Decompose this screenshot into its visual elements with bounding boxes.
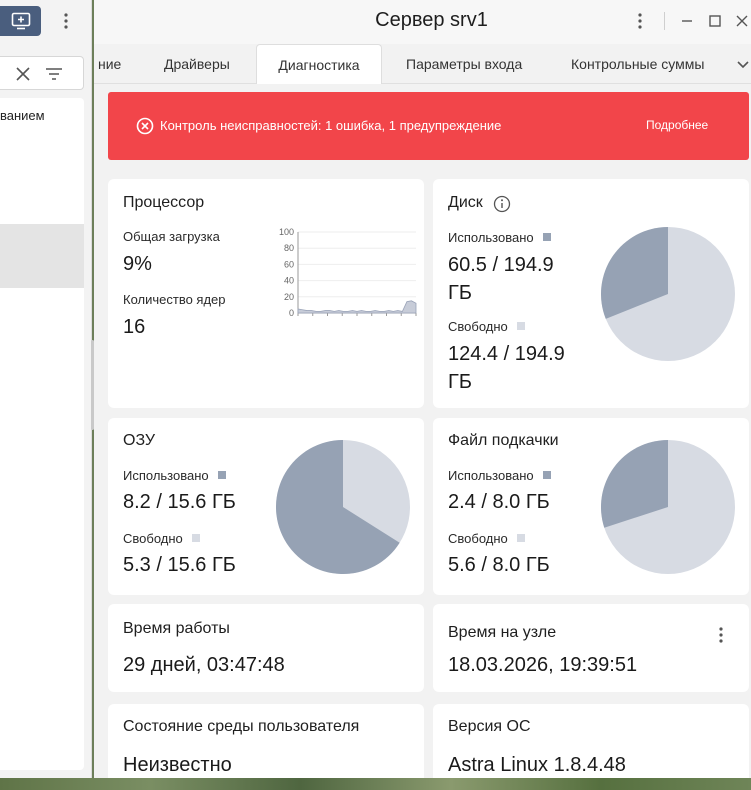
disk-used-value: 60.5 / 194.9 ГБ	[448, 254, 554, 304]
os-version-card: Версия ОС Astra Linux 1.8.4.48	[433, 704, 749, 778]
disk-free-label: Свободно	[448, 319, 525, 334]
free-legend-swatch	[516, 534, 525, 542]
cpu-tick-label: 40	[284, 276, 294, 286]
free-legend-swatch	[516, 322, 525, 330]
filter-icon[interactable]	[44, 65, 64, 83]
chevron-down-icon[interactable]	[734, 55, 751, 73]
maximize-icon[interactable]	[705, 11, 725, 31]
close-icon[interactable]	[732, 11, 751, 31]
user-env-value: Неизвестно	[123, 754, 232, 776]
disk-free-label-text: Свободно	[448, 319, 508, 334]
clear-icon[interactable]	[14, 65, 32, 83]
ram-used-value: 8.2 / 15.6 ГБ	[123, 491, 236, 513]
tree-item[interactable]: ванием	[0, 108, 45, 123]
left-toolbar	[0, 0, 92, 46]
search-field[interactable]	[0, 56, 84, 90]
tab-checksums[interactable]: Контрольные суммы	[571, 44, 704, 84]
os-version-title: Версия ОС	[448, 718, 531, 735]
uptime-value: 29 дней, 03:47:48	[123, 654, 285, 676]
server-tree: ванием	[0, 98, 84, 770]
swap-free-label: Свободно	[448, 531, 525, 546]
node-time-title: Время на узле	[448, 624, 557, 641]
ram-usage-pie	[276, 440, 410, 574]
swap-used-value: 2.4 / 8.0 ГБ	[448, 491, 550, 513]
disk-title: Диск	[448, 194, 483, 211]
cpu-card: Процессор Общая загрузка 9% Количество я…	[108, 179, 424, 408]
ram-free-label-text: Свободно	[123, 531, 183, 546]
ram-used-label: Использовано	[123, 468, 226, 483]
node-time-card: Время на узле 18.03.2026, 19:39:51	[433, 604, 749, 692]
fault-alert: Контроль неисправностей: 1 ошибка, 1 пре…	[108, 92, 749, 160]
node-time-value: 18.03.2026, 19:39:51	[448, 654, 638, 676]
user-env-card: Состояние среды пользователя Неизвестно	[108, 704, 424, 778]
title-divider	[664, 12, 665, 30]
alert-details-link[interactable]: Подробнее	[646, 118, 708, 132]
swap-card: Файл подкачки Использовано 2.4 / 8.0 ГБ …	[433, 418, 749, 595]
left-panel: ванием	[0, 0, 94, 778]
swap-used-label: Использовано	[448, 468, 551, 483]
ram-free-label: Свободно	[123, 531, 200, 546]
disk-used-label-text: Использовано	[448, 230, 534, 245]
cpu-load-chart: 100 80 60 40 20 0	[279, 227, 417, 318]
cpu-tick-label: 20	[284, 292, 294, 302]
tab-partial[interactable]: ние	[98, 44, 121, 84]
add-screen-icon	[11, 12, 30, 30]
swap-used-label-text: Использовано	[448, 468, 534, 483]
ram-card: ОЗУ Использовано 8.2 / 15.6 ГБ Свободно …	[108, 418, 424, 595]
cpu-tick-label: 0	[289, 308, 294, 318]
minimize-icon[interactable]	[677, 11, 697, 31]
swap-free-value: 5.6 / 8.0 ГБ	[448, 554, 550, 576]
free-legend-swatch	[191, 534, 200, 542]
kebab-icon	[64, 13, 68, 29]
tab-drivers[interactable]: Драйверы	[164, 44, 230, 84]
error-icon	[136, 117, 154, 135]
disk-used-label: Использовано	[448, 230, 551, 245]
tab-login-params[interactable]: Параметры входа	[406, 44, 522, 84]
used-legend-swatch	[542, 471, 551, 479]
tab-diagnostics[interactable]: Диагностика	[256, 44, 382, 84]
uptime-card: Время работы 29 дней, 03:47:48	[108, 604, 424, 692]
cpu-cores-label: Количество ядер	[123, 292, 226, 307]
cpu-title: Процессор	[123, 194, 205, 211]
alert-message: Контроль неисправностей: 1 ошибка, 1 пре…	[160, 118, 502, 133]
os-version-value: Astra Linux 1.8.4.48	[448, 754, 626, 776]
ram-free-value: 5.3 / 15.6 ГБ	[123, 554, 236, 576]
left-menu-button[interactable]	[58, 8, 74, 34]
tab-bar: ние Драйверы Диагностика Параметры входа…	[94, 44, 751, 84]
used-legend-swatch	[217, 471, 226, 479]
used-legend-swatch	[542, 233, 551, 241]
cpu-cores-value: 16	[123, 316, 146, 338]
cpu-load-value: 9%	[123, 253, 152, 275]
ram-title: ОЗУ	[123, 432, 156, 449]
kebab-icon	[638, 13, 642, 29]
user-env-title: Состояние среды пользователя	[123, 718, 360, 735]
swap-free-label-text: Свободно	[448, 531, 508, 546]
disk-usage-pie	[601, 227, 735, 361]
server-window: Сервер srv1 ние Драйверы Диагностика Пар…	[94, 0, 751, 778]
node-time-menu-button[interactable]	[713, 624, 729, 646]
disk-free-value: 124.4 / 194.9 ГБ	[448, 343, 565, 393]
ram-used-label-text: Использовано	[123, 468, 209, 483]
cpu-tick-label: 80	[284, 243, 294, 253]
info-icon[interactable]	[493, 195, 511, 213]
cpu-load-label: Общая загрузка	[123, 229, 220, 244]
uptime-title: Время работы	[123, 620, 230, 637]
swap-usage-pie	[601, 440, 735, 574]
tree-item-selected[interactable]	[0, 224, 84, 288]
add-screen-button[interactable]	[0, 6, 41, 36]
cpu-tick-label: 100	[279, 227, 294, 237]
disk-card: Диск Использовано 60.5 / 194.9 ГБ Свобод…	[433, 179, 749, 408]
window-menu-button[interactable]	[632, 10, 648, 32]
cpu-load-series	[297, 300, 417, 314]
window-title: Сервер srv1	[375, 9, 488, 31]
kebab-icon	[719, 627, 723, 643]
title-bar: Сервер srv1	[94, 0, 751, 44]
cpu-tick-label: 60	[284, 259, 294, 269]
swap-title: Файл подкачки	[448, 432, 559, 449]
desktop-background	[0, 778, 751, 790]
